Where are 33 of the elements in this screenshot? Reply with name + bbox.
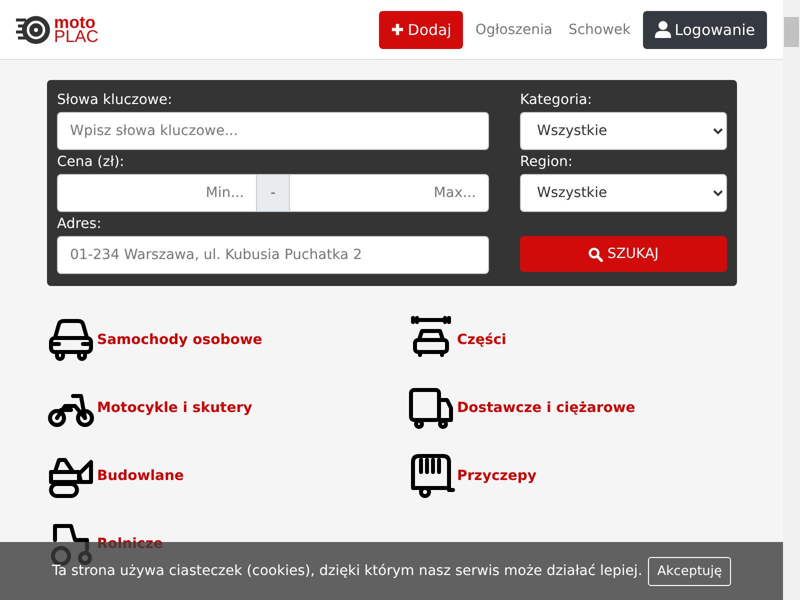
nav-link[interactable]: Ogłoszenia: [471, 22, 556, 38]
max-price-input[interactable]: Max...: [289, 174, 489, 212]
login-button[interactable]: Logowanie: [642, 10, 767, 48]
category-link[interactable]: Samochody osobowe: [47, 316, 262, 364]
field-label: Adres:: [57, 215, 102, 234]
category-select[interactable]: Wszystkie: [520, 112, 727, 150]
search-icon: [588, 246, 604, 262]
logo-text: PLAC: [54, 30, 98, 44]
field-label: Region:: [520, 153, 574, 172]
user-icon: [654, 21, 671, 38]
address-input[interactable]: 01-234 Warszawa, ul. Kubusia Puchatka 2: [57, 236, 489, 274]
plus-icon: [390, 23, 404, 36]
scrollbar[interactable]: [783, 0, 800, 600]
min-price-input[interactable]: Min...: [57, 174, 257, 212]
field-label: Kategoria:: [520, 91, 594, 110]
logo-text: moto: [54, 16, 96, 30]
search-button[interactable]: SZUKAJ: [520, 236, 727, 272]
category-link[interactable]: Budowlane: [47, 452, 184, 500]
field-label: Cena (zł):: [57, 153, 126, 172]
cookie-message: Ta strona używa ciasteczek (cookies), dzięki którym nasz serwis może działać lepiej.: [52, 563, 642, 579]
wheel-logo-icon: [16, 14, 52, 46]
category-link[interactable]: Części: [407, 316, 506, 364]
region-select[interactable]: Wszystkie: [520, 174, 727, 212]
range-separator: -: [257, 174, 289, 212]
accept-button[interactable]: Akceptuję: [648, 556, 732, 586]
car-icon: [47, 316, 95, 364]
add-button[interactable]: Dodaj: [378, 10, 464, 48]
field-label: Słowa kluczowe:: [57, 91, 174, 110]
category-link[interactable]: Przyczepy: [407, 452, 537, 500]
keywords-input[interactable]: Wpisz słowa kluczowe...: [57, 112, 489, 150]
nav-link[interactable]: Schowek: [564, 22, 635, 38]
category-link[interactable]: Motocykle i skutery: [47, 384, 252, 432]
category-link[interactable]: Dostawcze i ciężarowe: [407, 384, 636, 432]
